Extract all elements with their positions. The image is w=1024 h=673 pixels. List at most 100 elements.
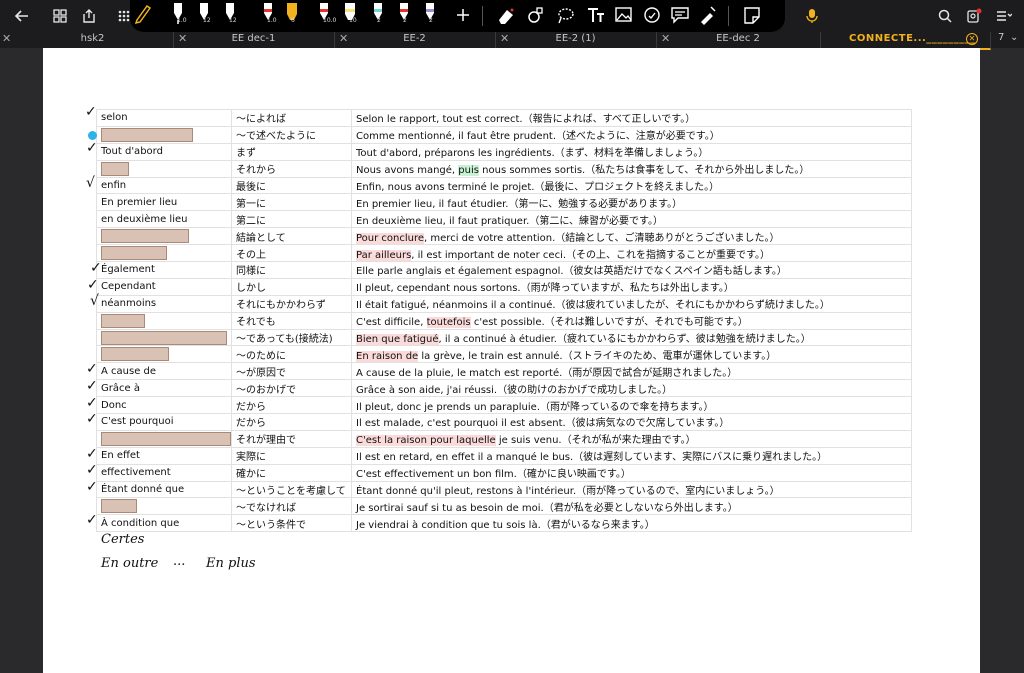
japanese-meaning: その上 xyxy=(231,244,352,263)
laser-pointer-icon[interactable] xyxy=(698,4,720,30)
chevron-down-icon[interactable]: ⌄ xyxy=(1010,32,1018,43)
microphone-icon[interactable] xyxy=(800,4,824,28)
checkmark-icon: ✓ xyxy=(86,378,98,394)
back-arrow-icon[interactable] xyxy=(10,4,34,28)
french-term-redacted xyxy=(96,429,232,448)
table-row: それでも C'est difficile, toutefois c'est pos… xyxy=(96,311,912,330)
pen-size-label: 12 xyxy=(229,17,237,24)
french-term: effectivement xyxy=(96,463,232,482)
pen-tool-6[interactable]: 2 xyxy=(368,2,390,28)
document-tab-bar: ✕ hsk2 ✕ EE dec-1 ✕ EE-2 ✕ EE-2 (1) ✕ EE… xyxy=(0,32,1024,50)
pen-size-label: 12 xyxy=(203,17,211,24)
french-term: En effet xyxy=(96,446,232,465)
pen-size-label: 1.0 xyxy=(267,17,277,24)
tab-ee-2-1[interactable]: EE-2 (1) xyxy=(495,32,657,48)
checkmark-icon: ✓ xyxy=(86,462,98,478)
pen-tool-5[interactable]: 10.0 xyxy=(314,2,336,28)
table-row: 〜のために En raison de la grève, le train est… xyxy=(96,345,912,364)
tab-ee-2[interactable]: EE-2 xyxy=(334,32,496,48)
text-tool-icon[interactable] xyxy=(586,4,608,30)
pen-size-label: 2 xyxy=(377,17,381,24)
example-sentence: Selon le rapport, tout est correct.（報告によ… xyxy=(351,109,912,127)
notebook-page[interactable]: selon 〜によれば Selon le rapport, tout est cor… xyxy=(43,48,980,673)
table-row: En effet 実際に Il est en retard, en effet il… xyxy=(96,446,912,465)
pen-tool-8[interactable]: 2 xyxy=(420,2,442,28)
highlighter-tool-2[interactable]: 10 xyxy=(340,2,362,28)
collaboration-icon[interactable] xyxy=(962,4,986,28)
table-row: enfin 最後に Enfin, nous avons terminé le pro… xyxy=(96,176,912,195)
example-sentence: Je viendrai à condition que tu sois là.（… xyxy=(351,514,912,533)
lasso-icon[interactable] xyxy=(556,4,578,30)
add-plus-icon[interactable] xyxy=(453,4,475,30)
checkmark-icon: ✓ xyxy=(86,411,98,427)
table-row: Également 同様に Elle parle anglais et égalem… xyxy=(96,261,912,279)
example-sentence: Elle parle anglais et également espagnol… xyxy=(351,261,912,279)
redaction-box xyxy=(101,431,231,446)
japanese-meaning: 〜で述べたように xyxy=(231,125,352,144)
french-term: Grâce à xyxy=(96,379,232,398)
comment-icon[interactable] xyxy=(670,4,692,30)
table-row: néanmoins それにもかかわらず Il était fatigué, néan… xyxy=(96,294,912,313)
pen-tool-1[interactable]: 1.0 xyxy=(168,2,190,28)
french-term: Cependant xyxy=(96,277,232,296)
sticker-icon[interactable] xyxy=(642,4,664,30)
top-toolbar: 1.0 12 12 1.0 6 10.0 10 2 2 2 xyxy=(0,0,1024,32)
example-sentence: Il était fatigué, néanmoins il a continu… xyxy=(351,294,912,313)
table-row: 〜であっても(接続法) Bien que fatigué, il a contin… xyxy=(96,328,912,347)
table-row: それが理由で C'est la raison pour laquelle je s… xyxy=(96,429,912,448)
french-term-redacted xyxy=(96,159,232,178)
table-row: 〜で述べたように Comme mentionné, il faut être pr… xyxy=(96,125,912,144)
japanese-meaning: 〜でなければ xyxy=(231,497,352,516)
japanese-meaning: だから xyxy=(231,396,352,415)
eraser-icon[interactable] xyxy=(496,4,518,30)
japanese-meaning: 確かに xyxy=(231,463,352,482)
tab-ee-dec-1[interactable]: EE dec-1 xyxy=(173,32,335,48)
table-row: Grâce à 〜のおかげで Grâce à son aide, j'ai réus… xyxy=(96,379,912,398)
redaction-box xyxy=(101,229,189,244)
pen-tool-7[interactable]: 2 xyxy=(394,2,416,28)
tab-overflow-count[interactable]: 7 xyxy=(998,32,1004,43)
checkmark-icon: ✓ xyxy=(86,446,98,462)
example-sentence: En premier lieu, il faut étudier.（第一に、勉強… xyxy=(351,193,912,212)
shapes-icon[interactable] xyxy=(526,4,548,30)
example-sentence: Il pleut, cependant nous sortons.（雨が降ってい… xyxy=(351,277,912,296)
highlighter-tool-1[interactable]: 6 xyxy=(282,2,304,28)
pen-tool-3[interactable]: 12 xyxy=(220,2,242,28)
close-icon[interactable]: ✕ xyxy=(2,32,11,45)
table-row: En premier lieu 第一に En premier lieu, il fa… xyxy=(96,193,912,212)
pen-tool-4[interactable]: 1.0 xyxy=(258,2,280,28)
checkmark-icon: ✓ xyxy=(85,104,97,120)
pencil-icon[interactable] xyxy=(134,2,156,28)
table-row: その上 Par ailleurs, il est important de not… xyxy=(96,244,912,263)
example-sentence: Bien que fatigué, il a continué à étudie… xyxy=(351,328,912,347)
example-sentence: Par ailleurs, il est important de noter … xyxy=(351,244,912,263)
tab-ee-dec-2[interactable]: EE-dec 2 xyxy=(656,32,821,48)
japanese-meaning: 実際に xyxy=(231,446,352,465)
pen-size-label: 2 xyxy=(403,17,407,24)
page-tool-icon[interactable] xyxy=(742,4,764,30)
pen-tool-2[interactable]: 12 xyxy=(194,2,216,28)
redaction-box xyxy=(101,499,137,514)
tab-hsk2[interactable]: hsk2 xyxy=(12,32,174,48)
example-sentence: Il est en retard, en effet il a manqué l… xyxy=(351,446,912,465)
table-row: Donc だから Il pleut, donc je prends un parap… xyxy=(96,396,912,415)
french-term: A cause de xyxy=(96,362,232,381)
japanese-meaning: それでも xyxy=(231,311,352,330)
share-export-icon[interactable] xyxy=(77,4,101,28)
example-sentence: En deuxième lieu, il faut pratiquer.（第二に… xyxy=(351,210,912,229)
close-circle-icon[interactable]: ✕ xyxy=(966,33,978,45)
text-highlight: Pour conclure xyxy=(356,232,425,244)
french-term: en deuxième lieu xyxy=(96,210,232,229)
vocab-table: selon 〜によれば Selon le rapport, tout est cor… xyxy=(96,109,912,533)
grid-view-icon[interactable] xyxy=(48,4,72,28)
japanese-meaning: まず xyxy=(231,142,352,161)
handwritten-note-certes: Certes xyxy=(101,532,145,547)
japanese-meaning: しかし xyxy=(231,277,352,296)
image-icon[interactable] xyxy=(614,4,636,30)
checkmark-icon: ✓ xyxy=(90,260,102,276)
redaction-box xyxy=(101,246,167,261)
japanese-meaning: だから xyxy=(231,413,352,431)
table-row: C'est pourquoi だから Il est malade, c'est po… xyxy=(96,413,912,431)
search-icon[interactable] xyxy=(933,4,957,28)
outline-menu-icon[interactable] xyxy=(992,4,1016,28)
